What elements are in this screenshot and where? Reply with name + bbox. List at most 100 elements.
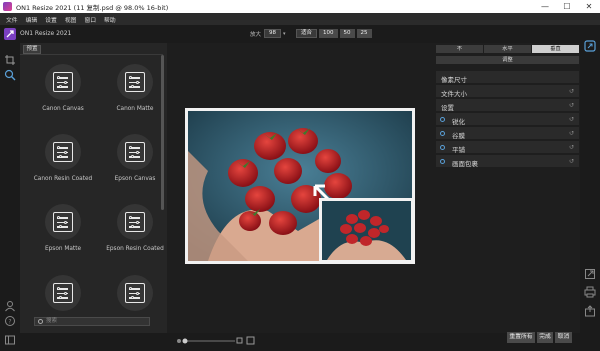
presets-search-input[interactable]: 搜索 [34, 317, 150, 326]
zoom-100-button[interactable]: 100 [319, 29, 338, 38]
reset-icon[interactable]: ↺ [569, 158, 574, 165]
maximize-button[interactable]: ☐ [556, 0, 578, 13]
divider [20, 54, 163, 55]
preset-thumbnail [117, 134, 153, 170]
preset-thumbnail [45, 64, 81, 100]
section-label: 锐化 [452, 118, 465, 126]
section-pixel-dimensions[interactable]: 像素尺寸 [436, 71, 579, 84]
preset-tile[interactable]: Canon Matte [102, 64, 166, 132]
menu-settings[interactable]: 设置 [45, 15, 57, 24]
sliders-icon [53, 142, 73, 162]
preset-tile[interactable]: Epson Matte [30, 204, 94, 272]
export-icon[interactable] [584, 268, 596, 280]
section-sharpen[interactable]: 锐化 ↺ [436, 113, 579, 126]
preset-thumbnail [45, 275, 81, 311]
zoom-tool-icon[interactable] [4, 69, 16, 81]
left-tool-strip: ? [0, 43, 20, 351]
section-file-size[interactable]: 文件大小 ↺ [436, 85, 579, 98]
sliders-icon [53, 72, 73, 92]
section-settings[interactable]: 设置 ↺ [436, 99, 579, 112]
preset-tile[interactable]: Canon Canvas [30, 64, 94, 132]
menu-file[interactable]: 文件 [6, 15, 18, 24]
reset-icon[interactable]: ↺ [569, 102, 574, 109]
orientation-none[interactable]: 不 [436, 45, 483, 53]
toggle-icon[interactable] [440, 145, 445, 150]
search-placeholder: 搜索 [46, 318, 58, 324]
svg-text:?: ? [8, 319, 11, 326]
window-titlebar: ON1 Resize 2021 (11 复制.psd @ 98.0% 16-bi… [0, 0, 600, 13]
preset-thumbnail [117, 275, 153, 311]
preset-thumbnail [45, 134, 81, 170]
preview-size-slider[interactable] [175, 336, 265, 346]
presets-tab[interactable]: 预置 [23, 45, 41, 54]
menu-window[interactable]: 窗口 [84, 15, 96, 24]
preset-tile[interactable]: Epson Resin Coated [102, 204, 166, 272]
print-icon[interactable] [584, 286, 596, 298]
on1-logo-icon [4, 28, 16, 40]
reset-icon[interactable]: ↺ [569, 88, 574, 95]
presets-panel: 预置 Canon Canvas Canon Matte Canon Resin … [20, 43, 167, 333]
window-title: ON1 Resize 2021 (11 复制.psd @ 98.0% 16-bi… [16, 3, 169, 12]
orientation-horizontal[interactable]: 水平 [484, 45, 531, 53]
fit-button[interactable]: 适合 [296, 29, 318, 38]
toggle-icon[interactable] [440, 159, 445, 164]
sliders-icon [53, 283, 73, 303]
preset-thumbnail [117, 204, 153, 240]
preset-thumbnail [45, 204, 81, 240]
sliders-icon [125, 212, 145, 232]
user-icon[interactable] [4, 300, 16, 312]
reset-icon[interactable]: ↺ [569, 116, 574, 123]
preset-tile[interactable]: Epson Canvas [102, 134, 166, 202]
crop-icon[interactable] [4, 54, 16, 66]
right-tool-strip [580, 40, 600, 351]
zoom-dropdown-icon[interactable]: ▾ [283, 31, 286, 37]
reset-all-button[interactable]: 重置所有 [507, 332, 535, 343]
reset-icon[interactable]: ↺ [569, 144, 574, 151]
share-icon[interactable] [584, 305, 596, 317]
resize-module-icon[interactable] [584, 40, 596, 52]
zoom-50-button[interactable]: 50 [339, 29, 355, 38]
reset-icon[interactable]: ↺ [569, 130, 574, 137]
sliders-icon [125, 283, 145, 303]
sliders-icon [125, 142, 145, 162]
cancel-button[interactable]: 取消 [555, 332, 572, 343]
preset-thumbnail [117, 64, 153, 100]
section-label: 像素尺寸 [441, 76, 467, 84]
orientation-vertical[interactable]: 垂直 [532, 45, 579, 53]
app-name: ON1 Resize 2021 [20, 30, 72, 37]
preset-tile[interactable]: Canon Resin Coated [30, 134, 94, 202]
zoom-input[interactable]: 98 [264, 29, 282, 38]
menu-view[interactable]: 视图 [65, 15, 77, 24]
toggle-icon[interactable] [440, 131, 445, 136]
section-label: 文件大小 [441, 90, 467, 98]
preview-inset-image[interactable] [319, 198, 414, 263]
done-button[interactable]: 完成 [537, 332, 553, 343]
section-tiling[interactable]: 平铺 ↺ [436, 141, 579, 154]
adjust-button[interactable]: 调整 [436, 56, 579, 64]
menu-edit[interactable]: 编辑 [26, 15, 38, 24]
preset-name: Epson Resin Coated [106, 246, 164, 252]
minimize-button[interactable]: — [534, 0, 556, 13]
section-film-grain[interactable]: 谷膜 ↺ [436, 127, 579, 140]
zoom-label: 放大 [250, 31, 262, 38]
search-icon [38, 319, 43, 324]
toggle-icon[interactable] [440, 117, 445, 122]
preset-name: Canon Matte [116, 106, 154, 112]
close-button[interactable]: ✕ [578, 0, 600, 13]
left-bottom-bar [20, 333, 167, 351]
presets-scrollbar[interactable] [161, 55, 164, 210]
sliders-icon [125, 72, 145, 92]
panel-toggle-icon[interactable] [4, 334, 16, 346]
app-icon [3, 2, 12, 11]
section-label: 平铺 [452, 146, 465, 154]
section-gallery-wrap[interactable]: 画面包裹 ↺ [436, 155, 579, 168]
zoom-25-button[interactable]: 25 [356, 29, 372, 38]
section-label: 谷膜 [452, 132, 465, 140]
menu-help[interactable]: 帮助 [104, 15, 116, 24]
menu-bar: 文件 编辑 设置 视图 窗口 帮助 [0, 13, 600, 25]
section-label: 画面包裹 [452, 160, 478, 168]
help-icon[interactable]: ? [4, 315, 16, 327]
app-toolbar: ON1 Resize 2021 放大 98 ▾ 适合 100 50 25 [0, 25, 600, 43]
preset-name: Epson Canvas [114, 176, 156, 182]
zoom-presets: 适合 100 50 25 [296, 28, 372, 39]
